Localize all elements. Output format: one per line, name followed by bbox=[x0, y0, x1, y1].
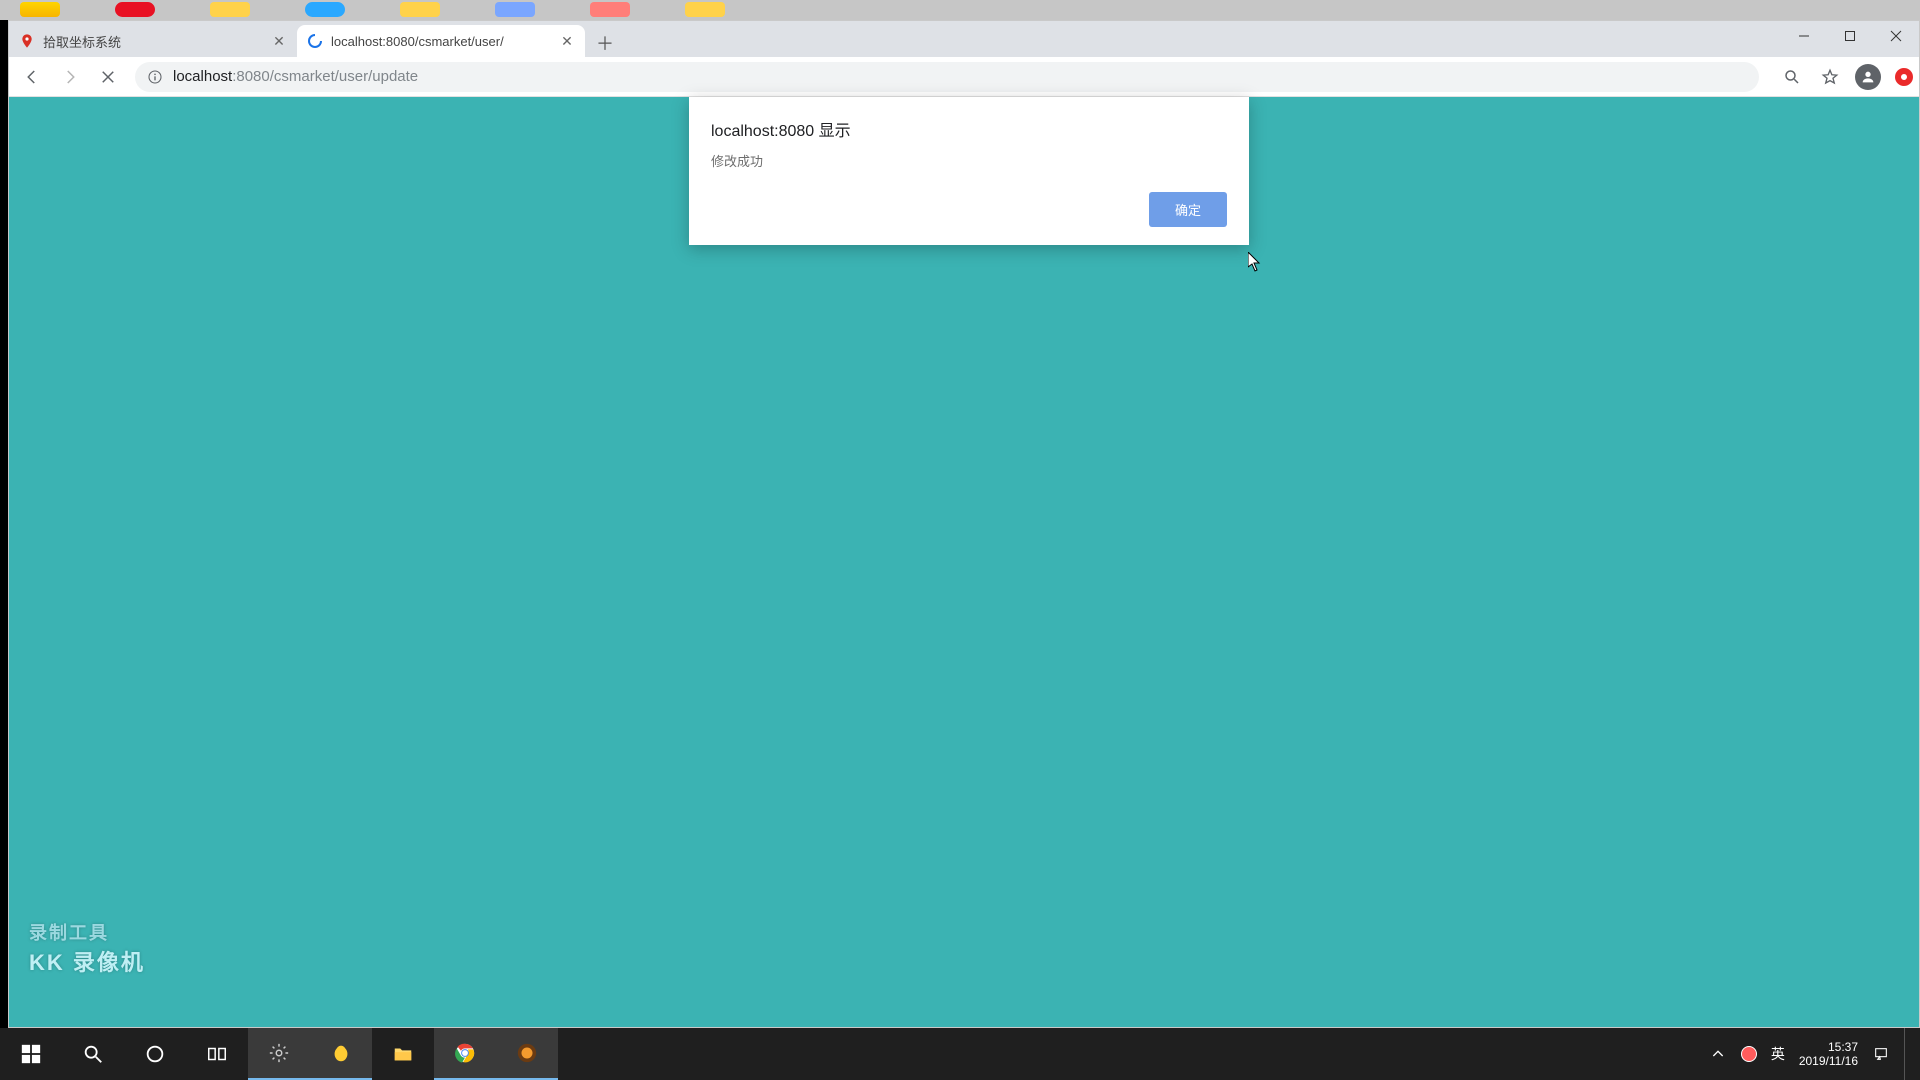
search-button[interactable] bbox=[62, 1028, 124, 1080]
desktop-strip bbox=[0, 0, 1920, 20]
desktop-icon bbox=[685, 2, 725, 17]
tray-chevron-up-icon[interactable] bbox=[1709, 1045, 1727, 1063]
pin-icon bbox=[19, 33, 35, 49]
alert-ok-button[interactable]: 确定 bbox=[1149, 192, 1227, 227]
site-info-icon[interactable] bbox=[147, 69, 163, 85]
tab-strip: 拾取坐标系统 ✕ localhost:8080/csmarket/user/ ✕… bbox=[9, 21, 1919, 57]
close-window-button[interactable] bbox=[1873, 21, 1919, 51]
browser-window: 拾取坐标系统 ✕ localhost:8080/csmarket/user/ ✕… bbox=[8, 20, 1920, 1028]
alert-button-row: 确定 bbox=[711, 192, 1227, 227]
loading-icon bbox=[307, 33, 323, 49]
url-path: :8080/csmarket/user/update bbox=[232, 68, 418, 85]
forward-button[interactable] bbox=[53, 60, 87, 94]
alert-title: localhost:8080 显示 bbox=[711, 117, 1227, 141]
url-host: localhost bbox=[173, 68, 232, 85]
taskbar-app-explorer[interactable] bbox=[372, 1028, 434, 1080]
tab-coordinate-system[interactable]: 拾取坐标系统 ✕ bbox=[9, 25, 297, 57]
taskbar-app-settings[interactable] bbox=[248, 1028, 310, 1080]
watermark-line1: 录制工具 bbox=[29, 919, 145, 945]
new-tab-button[interactable]: ＋ bbox=[591, 29, 619, 57]
alert-message: 修改成功 bbox=[711, 151, 1227, 170]
maximize-button[interactable] bbox=[1827, 21, 1873, 51]
avatar-icon bbox=[1855, 64, 1881, 90]
page-viewport: localhost:8080 显示 修改成功 确定 录制工具 KK 录像机 bbox=[9, 97, 1919, 1027]
tray-date: 2019/11/16 bbox=[1799, 1054, 1858, 1068]
tray-clock[interactable]: 15:37 2019/11/16 bbox=[1799, 1040, 1858, 1069]
toolbar-right-icons bbox=[1775, 60, 1913, 94]
taskbar-app-recorder[interactable] bbox=[496, 1028, 558, 1080]
stop-button[interactable] bbox=[91, 60, 125, 94]
desktop-icon bbox=[115, 2, 155, 17]
tab-title: 拾取坐标系统 bbox=[43, 32, 263, 51]
desktop-icon bbox=[495, 2, 535, 17]
tab-title: localhost:8080/csmarket/user/ bbox=[331, 34, 551, 49]
address-bar[interactable]: localhost:8080/csmarket/user/update bbox=[135, 62, 1759, 92]
windows-taskbar: 英 15:37 2019/11/16 bbox=[0, 1028, 1920, 1080]
close-icon[interactable]: ✕ bbox=[559, 33, 575, 49]
search-icon[interactable] bbox=[1775, 60, 1809, 94]
show-desktop-button[interactable] bbox=[1904, 1028, 1912, 1080]
javascript-alert: localhost:8080 显示 修改成功 确定 bbox=[689, 97, 1249, 245]
browser-toolbar: localhost:8080/csmarket/user/update bbox=[9, 57, 1919, 97]
system-tray: 英 15:37 2019/11/16 bbox=[1701, 1028, 1920, 1080]
desktop-icon bbox=[20, 2, 60, 17]
window-controls bbox=[1781, 21, 1919, 51]
tab-csmarket-update[interactable]: localhost:8080/csmarket/user/ ✕ bbox=[297, 25, 585, 57]
taskbar-app-qq[interactable] bbox=[310, 1028, 372, 1080]
tray-time: 15:37 bbox=[1799, 1040, 1858, 1054]
back-button[interactable] bbox=[15, 60, 49, 94]
minimize-button[interactable] bbox=[1781, 21, 1827, 51]
tray-qq-icon[interactable] bbox=[1741, 1046, 1757, 1062]
action-center-icon[interactable] bbox=[1872, 1045, 1890, 1063]
desktop-icon bbox=[400, 2, 440, 17]
url-text: localhost:8080/csmarket/user/update bbox=[173, 68, 418, 85]
extension-icon[interactable] bbox=[1895, 68, 1913, 86]
start-button[interactable] bbox=[0, 1028, 62, 1080]
profile-button[interactable] bbox=[1851, 60, 1885, 94]
desktop-icon bbox=[590, 2, 630, 17]
desktop-icon bbox=[210, 2, 250, 17]
taskbar-app-chrome[interactable] bbox=[434, 1028, 496, 1080]
bookmark-icon[interactable] bbox=[1813, 60, 1847, 94]
watermark-line2: KK 录像机 bbox=[29, 945, 145, 977]
ime-indicator[interactable]: 英 bbox=[1771, 1044, 1785, 1064]
close-icon[interactable]: ✕ bbox=[271, 33, 287, 49]
desktop-icon bbox=[305, 2, 345, 17]
cortana-button[interactable] bbox=[124, 1028, 186, 1080]
recorder-watermark: 录制工具 KK 录像机 bbox=[29, 919, 145, 977]
task-view-button[interactable] bbox=[186, 1028, 248, 1080]
